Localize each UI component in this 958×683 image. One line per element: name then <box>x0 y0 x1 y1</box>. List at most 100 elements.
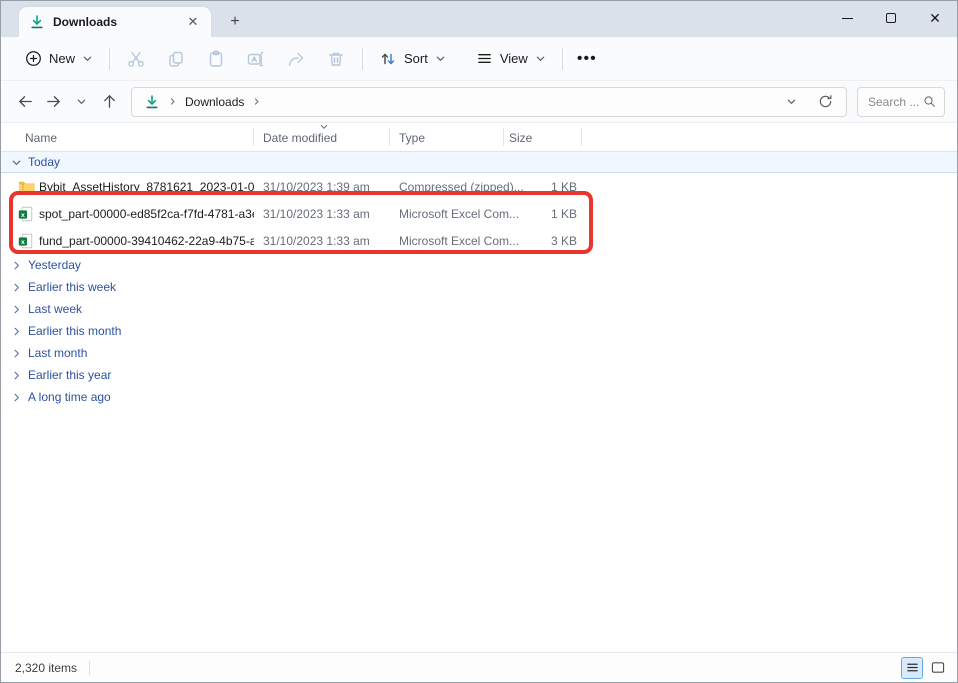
group-header-earlier-this-year[interactable]: Earlier this year <box>1 364 957 386</box>
file-name: Bybit_AssetHistory_8781621_2023-01-01_20… <box>39 180 254 194</box>
view-button-label: View <box>500 51 528 66</box>
paste-button[interactable] <box>196 43 236 75</box>
minimize-icon <box>842 18 853 19</box>
sort-indicator-icon <box>319 123 329 131</box>
thumbnails-view-toggle[interactable] <box>927 657 949 679</box>
column-header-name[interactable]: Name <box>25 131 57 145</box>
refresh-button[interactable] <box>812 89 838 115</box>
file-name: fund_part-00000-39410462-22a9-4b75-afb1-… <box>39 234 254 248</box>
zip-folder-icon <box>18 178 35 195</box>
chevron-down-icon <box>435 53 446 64</box>
group-header-today[interactable]: Today <box>1 151 957 173</box>
rename-button[interactable] <box>236 43 276 75</box>
group-header-yesterday[interactable]: Yesterday <box>1 254 957 276</box>
rename-icon <box>246 49 266 69</box>
forward-button[interactable] <box>39 88 67 116</box>
file-name: spot_part-00000-ed85f2ca-f7fd-4781-a3e6-… <box>39 207 254 221</box>
group-label: Earlier this month <box>28 324 121 338</box>
group-header-a-long-time-ago[interactable]: A long time ago <box>1 386 957 408</box>
copy-icon <box>166 49 186 69</box>
column-header-size[interactable]: Size <box>509 131 532 145</box>
chevron-down-icon <box>11 157 22 168</box>
file-date-modified: 31/10/2023 1:39 am <box>263 180 370 194</box>
maximize-button[interactable] <box>869 1 913 35</box>
maximize-icon <box>886 13 896 23</box>
chevron-down-icon <box>76 96 87 107</box>
up-button[interactable] <box>95 88 123 116</box>
column-separator[interactable] <box>503 128 504 146</box>
group-label: Earlier this week <box>28 280 116 294</box>
excel-icon: x <box>18 205 35 222</box>
window-controls: ✕ <box>825 1 957 37</box>
paste-icon <box>206 49 226 69</box>
details-view-toggle[interactable] <box>901 657 923 679</box>
search-input[interactable]: Search ... <box>857 87 945 117</box>
back-button[interactable] <box>11 88 39 116</box>
cut-icon <box>126 49 146 69</box>
toolbar-divider <box>362 48 363 70</box>
sort-button[interactable]: Sort <box>369 43 456 75</box>
copy-button[interactable] <box>156 43 196 75</box>
recent-locations-button[interactable] <box>67 88 95 116</box>
view-button[interactable]: View <box>466 43 556 75</box>
minimize-button[interactable] <box>825 1 869 35</box>
toolbar-divider <box>109 48 110 70</box>
breadcrumb-chevron-icon[interactable] <box>252 97 261 106</box>
more-options-button[interactable]: ••• <box>569 43 605 75</box>
column-header-date-modified[interactable]: Date modified <box>263 131 337 145</box>
group-header-earlier-this-week[interactable]: Earlier this week <box>1 276 957 298</box>
column-header-type[interactable]: Type <box>399 131 425 145</box>
column-separator[interactable] <box>389 128 390 146</box>
breadcrumb-segment-downloads[interactable]: Downloads <box>185 95 244 109</box>
thumbnails-view-icon <box>931 661 945 674</box>
breadcrumb-chevron-icon <box>168 97 177 106</box>
close-tab-icon[interactable]: ✕ <box>183 12 203 32</box>
chevron-down-icon <box>535 53 546 64</box>
chevron-right-icon <box>11 282 22 293</box>
status-bar: 2,320 items <box>1 652 957 682</box>
file-date-modified: 31/10/2023 1:33 am <box>263 207 370 221</box>
new-button[interactable]: New <box>15 43 103 75</box>
svg-text:x: x <box>21 211 25 218</box>
file-date-modified: 31/10/2023 1:33 am <box>263 234 370 248</box>
status-divider <box>89 661 90 675</box>
arrow-left-icon <box>17 93 34 110</box>
command-toolbar: New Sort View ••• <box>1 37 957 81</box>
file-row[interactable]: x spot_part-00000-ed85f2ca-f7fd-4781-a3e6… <box>1 200 957 227</box>
group-header-earlier-this-month[interactable]: Earlier this month <box>1 320 957 342</box>
file-explorer-window: Downloads ✕ + ✕ New Sort View • <box>0 0 958 683</box>
share-button[interactable] <box>276 43 316 75</box>
toolbar-divider <box>562 48 563 70</box>
view-lines-icon <box>476 50 493 67</box>
group-header-last-month[interactable]: Last month <box>1 342 957 364</box>
search-icon <box>923 95 936 108</box>
address-dropdown-button[interactable] <box>778 89 804 115</box>
file-row[interactable]: xfund_part-00000-39410462-22a9-4b75-afb1… <box>1 227 957 254</box>
new-button-label: New <box>49 51 75 66</box>
file-size: 3 KB <box>501 234 577 248</box>
column-separator[interactable] <box>253 128 254 146</box>
group-label: A long time ago <box>28 390 111 404</box>
file-row[interactable]: Bybit_AssetHistory_8781621_2023-01-01_20… <box>1 173 957 200</box>
group-header-last-week[interactable]: Last week <box>1 298 957 320</box>
sort-button-label: Sort <box>404 51 428 66</box>
cut-button[interactable] <box>116 43 156 75</box>
tab-downloads[interactable]: Downloads ✕ <box>19 7 211 37</box>
search-placeholder: Search ... <box>868 95 923 109</box>
details-view-icon <box>906 661 919 674</box>
downloads-icon <box>29 14 45 30</box>
delete-button[interactable] <box>316 43 356 75</box>
chevron-right-icon <box>11 304 22 315</box>
chevron-down-icon <box>82 53 93 64</box>
downloads-icon <box>144 94 160 110</box>
column-separator[interactable] <box>581 128 582 146</box>
close-button[interactable]: ✕ <box>913 1 957 35</box>
address-bar: Downloads Search ... <box>1 81 957 123</box>
items-count: 2,320 items <box>15 661 77 675</box>
tab-title: Downloads <box>53 15 175 29</box>
breadcrumb[interactable]: Downloads <box>131 87 847 117</box>
group-label: Last week <box>28 302 82 316</box>
file-list: Today Bybit_AssetHistory_8781621_2023-01-… <box>1 151 957 652</box>
sort-arrows-icon <box>379 50 397 68</box>
new-tab-button[interactable]: + <box>223 10 247 34</box>
